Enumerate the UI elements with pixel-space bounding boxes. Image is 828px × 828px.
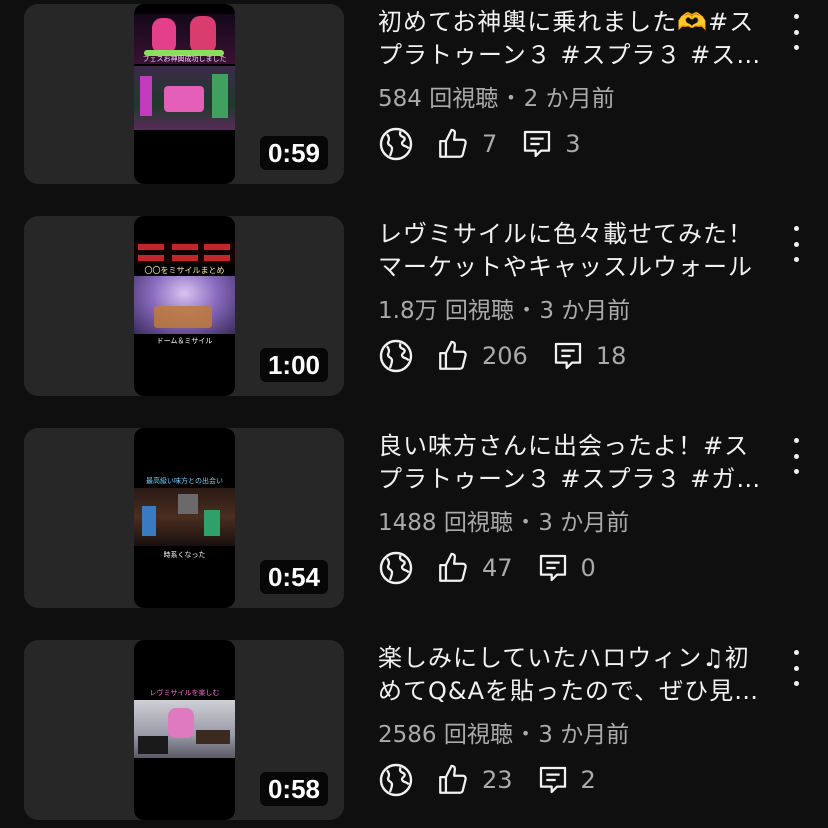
separator-dot: •: [506, 88, 516, 107]
comment-icon: [524, 130, 551, 158]
thumbnail-gameplay: [134, 276, 235, 334]
view-count: 2586 回視聴: [378, 722, 513, 748]
like-button[interactable]: 23: [436, 763, 513, 797]
more-options-button[interactable]: [784, 436, 808, 476]
video-actions: 23 2: [378, 758, 596, 802]
thumbs-up-icon: [439, 764, 467, 794]
more-options-button[interactable]: [784, 224, 808, 264]
comment-icon: [554, 342, 581, 370]
video-metadata: 2586 回視聴 • 3 か月前: [378, 718, 629, 751]
thumbnail-subcaption: 時系くなった: [163, 551, 206, 559]
comment-count: 3: [565, 130, 581, 158]
view-count: 584 回視聴: [378, 86, 499, 112]
like-count: 206: [482, 342, 528, 370]
comments-button[interactable]: 3: [521, 128, 581, 160]
comment-count: 0: [580, 554, 596, 582]
globe-icon: [379, 551, 413, 585]
separator-dot: •: [520, 724, 531, 743]
upload-age: 3 か月前: [538, 510, 630, 536]
short-preview: フェスお神輿成功しました: [134, 4, 235, 184]
like-count: 7: [482, 130, 498, 158]
video-thumbnail[interactable]: フェスお神輿成功しました 0:59: [24, 4, 344, 184]
video-thumbnail[interactable]: 〇〇をミサイルまとめ ドーム＆ミサイル 1:00: [24, 216, 344, 396]
video-thumbnail[interactable]: レヴミサイルを楽しむ 0:58: [24, 640, 344, 820]
thumbs-up-icon: [439, 552, 467, 582]
comment-count: 2: [580, 766, 596, 794]
comment-icon: [539, 554, 566, 582]
duration-badge: 1:00: [259, 348, 328, 382]
globe-icon: [379, 763, 413, 797]
comment-count: 18: [595, 342, 627, 370]
upload-age: 2 か月前: [523, 86, 615, 112]
thumbnail-gameplay: [134, 488, 235, 546]
like-button[interactable]: 47: [436, 551, 513, 585]
video-item[interactable]: 最高級い味方との出会い 時系くなった 0:54 良い味方さんに出会ったよ！#スプ…: [0, 428, 828, 640]
short-preview: レヴミサイルを楽しむ: [134, 640, 235, 820]
separator-dot: •: [521, 300, 532, 319]
thumbnail-labels: [134, 242, 235, 264]
video-title[interactable]: レヴミサイルに色々載せてみた！マーケットやキャッスルウォール: [378, 218, 768, 284]
like-count: 23: [482, 766, 513, 794]
video-actions: 7 3: [378, 122, 581, 166]
short-preview: 〇〇をミサイルまとめ ドーム＆ミサイル: [134, 216, 235, 396]
view-count: 1488 回視聴: [378, 510, 513, 536]
visibility-public-button[interactable]: [378, 762, 414, 798]
globe-icon: [379, 127, 413, 161]
separator-dot: •: [520, 512, 531, 531]
video-metadata: 584 回視聴 • 2 か月前: [378, 82, 615, 115]
like-button[interactable]: 206: [436, 339, 528, 373]
visibility-public-button[interactable]: [378, 126, 414, 162]
video-actions: 206 18: [378, 334, 626, 378]
comment-icon: [539, 766, 566, 794]
video-title[interactable]: 楽しみにしていたハロウィン♫初めてQ&Aを貼ったので、ぜひ見てください: [378, 642, 768, 708]
video-metadata: 1488 回視聴 • 3 か月前: [378, 506, 629, 539]
thumbnail-gameplay: [134, 66, 235, 130]
like-button[interactable]: 7: [436, 127, 497, 161]
video-actions: 47 0: [378, 546, 596, 590]
visibility-public-button[interactable]: [378, 550, 414, 586]
visibility-public-button[interactable]: [378, 338, 414, 374]
thumbnail-caption: レヴミサイルを楽しむ: [149, 689, 220, 697]
more-options-button[interactable]: [784, 12, 808, 52]
short-preview: 最高級い味方との出会い 時系くなった: [134, 428, 235, 608]
upload-age: 3 か月前: [539, 298, 631, 324]
duration-badge: 0:54: [259, 560, 328, 594]
video-metadata: 1.8万 回視聴 • 3 か月前: [378, 294, 630, 327]
video-item[interactable]: フェスお神輿成功しました 0:59 初めてお神輿に乗れました🫶#スプラトゥーン３…: [0, 4, 828, 216]
video-title[interactable]: 良い味方さんに出会ったよ！#スプラトゥーン３ #スプラ３ #ガチマッチ: [378, 430, 768, 496]
like-count: 47: [482, 554, 513, 582]
thumbnail-caption: フェスお神輿成功しました: [142, 55, 227, 63]
globe-icon: [379, 339, 413, 373]
more-options-button[interactable]: [784, 648, 808, 688]
thumbnail-gameplay: [134, 700, 235, 758]
comments-button[interactable]: 0: [537, 552, 596, 584]
video-title[interactable]: 初めてお神輿に乗れました🫶#スプラトゥーン３ #スプラ３ #スプラ３フェス: [378, 6, 768, 72]
thumbnail-caption: 〇〇をミサイルまとめ: [144, 266, 225, 275]
view-count: 1.8万 回視聴: [378, 298, 514, 324]
duration-badge: 0:59: [259, 136, 328, 170]
thumbs-up-icon: [439, 128, 467, 158]
comments-button[interactable]: 2: [537, 764, 596, 796]
video-item[interactable]: 〇〇をミサイルまとめ ドーム＆ミサイル 1:00 レヴミサイルに色々載せてみた！…: [0, 216, 828, 428]
video-item[interactable]: レヴミサイルを楽しむ 0:58 楽しみにしていたハロウィン♫初めてQ&Aを貼った…: [0, 640, 828, 828]
video-thumbnail[interactable]: 最高級い味方との出会い 時系くなった 0:54: [24, 428, 344, 608]
thumbnail-subcaption: ドーム＆ミサイル: [156, 337, 213, 345]
comments-button[interactable]: 18: [552, 340, 627, 372]
duration-badge: 0:58: [259, 772, 328, 806]
thumbnail-caption: 最高級い味方との出会い: [146, 477, 223, 485]
upload-age: 3 か月前: [538, 722, 630, 748]
thumbs-up-icon: [439, 340, 467, 370]
video-list: フェスお神輿成功しました 0:59 初めてお神輿に乗れました🫶#スプラトゥーン３…: [0, 0, 828, 828]
